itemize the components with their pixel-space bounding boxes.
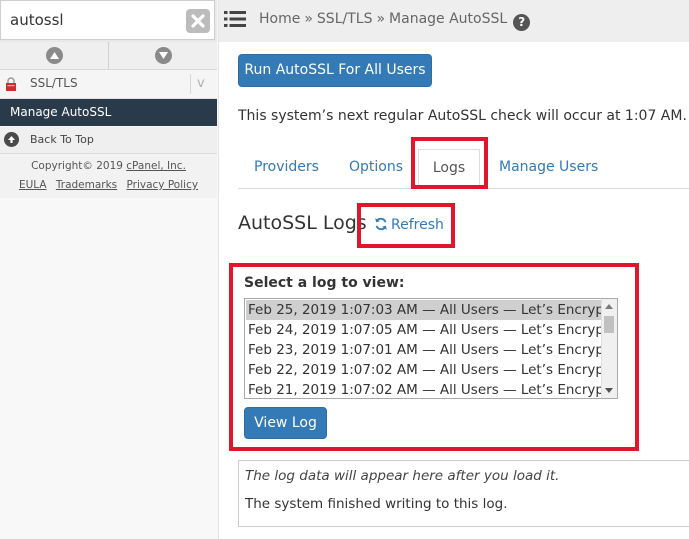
collapse-all-button[interactable]: [0, 42, 109, 69]
company-link[interactable]: cPanel, Inc.: [126, 160, 186, 172]
scroll-down-icon[interactable]: [605, 388, 613, 393]
scroll-up-icon[interactable]: [605, 304, 613, 309]
log-select-list[interactable]: Feb 25, 2019 1:07:03 AM — All Users — Le…: [244, 298, 618, 399]
tab-providers[interactable]: Providers: [254, 159, 319, 175]
refresh-button[interactable]: Refresh: [374, 217, 444, 233]
refresh-icon: [375, 217, 387, 231]
sidebar-collapse-controls: [0, 42, 217, 70]
log-option[interactable]: Feb 23, 2019 1:07:01 AM — All Users — Le…: [246, 340, 604, 360]
arrow-up-icon: [4, 132, 19, 147]
tab-options[interactable]: Options: [349, 159, 403, 175]
back-to-top-label: Back To Top: [30, 133, 94, 146]
sidebar: SSL/TLS v Manage AutoSSL Back To Top Cop…: [0, 0, 219, 539]
log-status-text: The system finished writing to this log.: [245, 496, 508, 512]
log-option[interactable]: Feb 25, 2019 1:07:03 AM — All Users — Le…: [246, 300, 604, 320]
top-header: Home» SSL/TLS» Manage AutoSSL?: [219, 0, 689, 42]
tab-manage-users[interactable]: Manage Users: [499, 159, 598, 175]
sidebar-search: [0, 0, 217, 43]
tab-bar: Providers Options Logs Manage Users: [238, 143, 689, 189]
run-autossl-button[interactable]: Run AutoSSL For All Users: [238, 54, 432, 87]
breadcrumb-ssl-tls[interactable]: SSL/TLS: [317, 11, 373, 27]
close-icon: [191, 14, 205, 28]
view-log-button[interactable]: View Log: [244, 407, 327, 439]
page-section-title: AutoSSL Logs: [238, 212, 367, 234]
tab-logs[interactable]: Logs: [418, 149, 480, 189]
copyright-line: Copyright© 2019 cPanel, Inc.: [0, 160, 217, 172]
expand-all-button[interactable]: [109, 42, 217, 69]
log-select-label: Select a log to view:: [244, 275, 405, 291]
legal-links: EULA Trademarks Privacy Policy: [0, 179, 217, 191]
back-to-top-link[interactable]: Back To Top: [0, 127, 217, 154]
breadcrumb-separator: »: [376, 11, 386, 27]
trademarks-link[interactable]: Trademarks: [56, 179, 117, 191]
chevron-up-icon: [45, 47, 63, 64]
chevron-down-icon[interactable]: v: [190, 74, 205, 94]
breadcrumb-separator: »: [304, 11, 313, 27]
scrollbar-thumb[interactable]: [604, 316, 614, 333]
breadcrumb-home[interactable]: Home: [259, 11, 300, 27]
breadcrumb-current: Manage AutoSSL: [389, 11, 508, 27]
sidebar-group-label: SSL/TLS: [30, 76, 78, 90]
log-option[interactable]: Feb 22, 2019 1:07:02 AM — All Users — Le…: [246, 360, 604, 380]
menu-icon[interactable]: [224, 10, 246, 28]
eula-link[interactable]: EULA: [19, 179, 47, 191]
breadcrumb: Home» SSL/TLS» Manage AutoSSL?: [259, 11, 531, 31]
log-option[interactable]: Feb 24, 2019 1:07:05 AM — All Users — Le…: [246, 320, 604, 340]
log-hint-text: The log data will appear here after you …: [245, 468, 560, 484]
log-output-panel: The log data will appear here after you …: [238, 460, 689, 527]
refresh-label: Refresh: [391, 217, 444, 233]
search-input[interactable]: [0, 0, 215, 40]
log-option[interactable]: Feb 21, 2019 1:07:02 AM — All Users — Le…: [246, 380, 604, 398]
next-check-notice: This system’s next regular AutoSSL check…: [238, 108, 687, 124]
sidebar-item-manage-autossl[interactable]: Manage AutoSSL: [0, 99, 217, 126]
chevron-down-icon: [154, 47, 172, 64]
lock-icon: [6, 77, 16, 91]
privacy-policy-link[interactable]: Privacy Policy: [127, 179, 199, 191]
help-icon[interactable]: ?: [513, 14, 531, 31]
sidebar-group-ssl-tls[interactable]: SSL/TLS v: [0, 70, 217, 99]
log-list-scrollbar[interactable]: [601, 299, 617, 398]
sidebar-footer: Copyright© 2019 cPanel, Inc. EULA Tradem…: [0, 154, 217, 198]
clear-search-button[interactable]: [186, 9, 210, 33]
copyright-text: Copyright© 2019: [31, 160, 127, 172]
sidebar-item-label: Manage AutoSSL: [10, 105, 112, 119]
